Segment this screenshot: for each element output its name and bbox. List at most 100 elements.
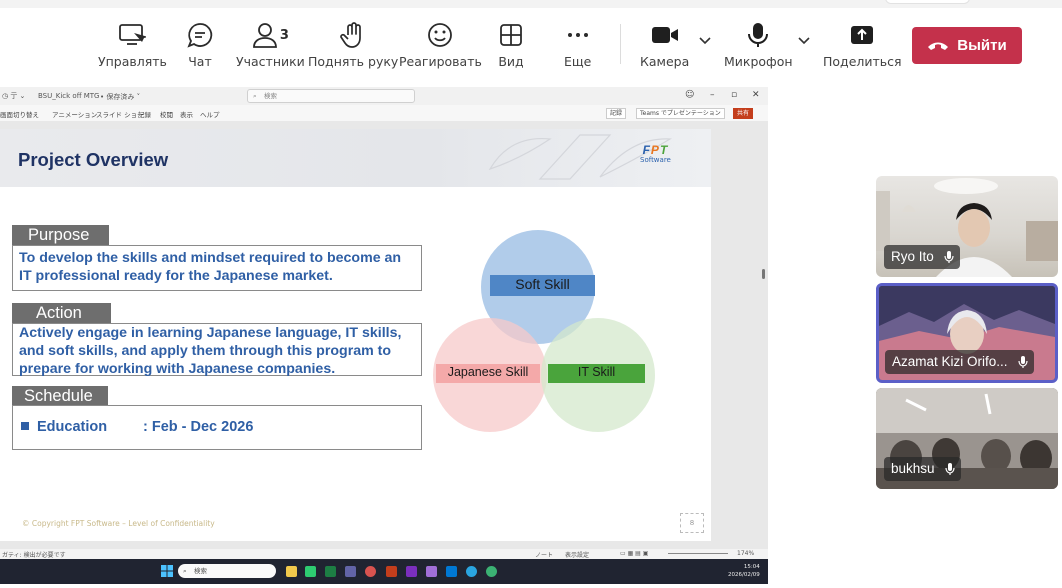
taskbar-search-icon: ⌕ (183, 567, 187, 575)
ppt-ribbon-tabs: 画面切り替え アニメーション スライド ショー 記録 校閲 表示 ヘルプ 記録 … (0, 105, 768, 121)
raise-hand-label: Поднять руку (308, 54, 399, 69)
manage-label: Управлять (98, 54, 167, 69)
slide-title: Project Overview (18, 149, 169, 170)
ppt-teams-present-button[interactable]: Teams でプレゼンテーション (636, 108, 725, 119)
purpose-box: To develop the skills and mindset requir… (12, 245, 422, 291)
raise-hand-button[interactable]: Поднять руку (308, 20, 398, 69)
more-icon (565, 20, 591, 50)
ppt-search-placeholder: 検索 (264, 92, 277, 100)
teams-icon[interactable] (345, 566, 356, 577)
schedule-item: Education (37, 419, 108, 435)
app-purple-icon[interactable] (426, 566, 437, 577)
taskbar-clock[interactable]: 15:04 2026/02/09 (728, 563, 760, 579)
participants-count: 3 (279, 27, 289, 43)
hand-icon (340, 20, 366, 50)
ppt-close-icon[interactable]: ✕ (752, 90, 760, 100)
windows-start-icon[interactable] (161, 565, 173, 577)
ppt-share-button[interactable]: 共有 (733, 108, 754, 119)
shared-screen: ◷ 亍 ⌄ BSU_Kick off MTG • 保存済み ˅ ⌕ 検索 ☺ –… (0, 87, 768, 584)
ppt-search-input[interactable]: ⌕ 検索 (247, 89, 415, 103)
participant-name: bukhsu (884, 457, 961, 481)
hang-up-icon (928, 42, 949, 50)
more-button[interactable]: Еще (564, 20, 591, 69)
ppt-record-button[interactable]: 記録 (606, 108, 627, 119)
camera-button[interactable]: Камера (640, 20, 689, 69)
ppt-account-icon[interactable]: ☺ (685, 90, 694, 100)
mic-icon (944, 251, 954, 263)
logo-subtext: Software (640, 156, 671, 164)
smile-icon (426, 20, 454, 50)
purpose-text: To develop the skills and mindset requir… (19, 250, 402, 284)
schedule-box: Education : Feb - Dec 2026 (12, 405, 422, 450)
ppt-title-bar: ◷ 亍 ⌄ BSU_Kick off MTG • 保存済み ˅ ⌕ 検索 ☺ –… (0, 87, 768, 105)
participant-tile-bukhsu[interactable]: bukhsu (876, 388, 1058, 489)
slide-scrollbar[interactable] (759, 177, 768, 557)
microphone-label: Микрофон (724, 54, 793, 69)
slide-number: 8 (680, 513, 704, 533)
japanese-skill-label: Japanese Skill (447, 365, 529, 379)
chrome-icon[interactable] (365, 566, 376, 577)
grid-icon (498, 20, 524, 50)
chat-button[interactable]: Чат (186, 20, 214, 69)
clock-time: 15:04 (743, 564, 760, 570)
display-settings-button[interactable]: 表示設定 (565, 550, 589, 559)
ppt-search-icon: ⌕ (253, 92, 257, 100)
zoom-slider[interactable] (668, 553, 728, 554)
participants-button[interactable]: 3 Участники (236, 20, 305, 69)
slide-header-band: Project Overview FPT Software (0, 129, 711, 187)
notes-button[interactable]: ノート (535, 550, 553, 559)
skills-venn-diagram (433, 230, 655, 432)
microphone-button[interactable]: Микрофон (724, 20, 793, 69)
action-box: Actively engage in learning Japanese lan… (12, 323, 422, 377)
leave-button[interactable]: Выйти (912, 27, 1022, 64)
zoom-level[interactable]: 174% (737, 550, 754, 557)
app-green-icon[interactable] (305, 566, 316, 577)
slide: Project Overview FPT Software Purpose To… (0, 129, 711, 541)
participant-tile-azamat[interactable]: Azamat Kizi Orifo... (876, 283, 1058, 383)
ppt-tab[interactable]: 校閲 (160, 109, 173, 119)
participant-name: Ryo Ito (884, 245, 960, 269)
manage-button[interactable]: Управлять (98, 20, 167, 69)
participants-icon-wrap: 3 (252, 20, 289, 50)
ppt-tab[interactable]: 表示 (180, 109, 193, 119)
outlook-icon[interactable] (446, 566, 457, 577)
schedule-row: Education : Feb - Dec 2026 (21, 419, 253, 435)
ppt-quick-access-icons[interactable]: ◷ 亍 ⌄ (2, 91, 25, 101)
ppt-tab[interactable]: ヘルプ (200, 109, 220, 119)
ppt-tab[interactable]: 記録 (138, 109, 151, 119)
react-button[interactable]: Реагировать (399, 20, 482, 69)
scrollbar-thumb[interactable] (762, 269, 765, 279)
microphone-icon (746, 20, 770, 50)
mic-icon (1017, 356, 1028, 368)
microphone-options-chevron-icon[interactable] (797, 36, 811, 46)
chat-label: Чат (188, 54, 212, 69)
it-skill-label: IT Skill (577, 365, 616, 379)
chat-icon (186, 20, 214, 50)
action-text: Actively engage in learning Japanese lan… (19, 325, 402, 377)
view-buttons[interactable]: ▭ ▦ ▤ ▣ (620, 550, 648, 557)
bullet-square (21, 422, 29, 430)
schedule-label: Schedule (12, 386, 108, 406)
taskbar-search[interactable]: ⌕ 検索 (178, 564, 276, 578)
camera-options-chevron-icon[interactable] (698, 36, 712, 46)
ppt-tab[interactable]: 画面切り替え (0, 109, 39, 119)
telegram-icon[interactable] (466, 566, 477, 577)
excel-icon[interactable] (325, 566, 336, 577)
ppt-tab[interactable]: アニメーション (52, 109, 97, 119)
share-button[interactable]: Поделиться (823, 20, 902, 69)
people-icon (252, 23, 277, 48)
view-button[interactable]: Вид (498, 20, 524, 69)
ppt-minimize-icon[interactable]: – (710, 90, 715, 100)
react-label: Реагировать (399, 54, 482, 69)
ppt-restore-icon[interactable]: ▫ (731, 90, 737, 100)
powerpoint-icon[interactable] (386, 566, 397, 577)
share-icon (849, 20, 875, 50)
app-teal-icon[interactable] (486, 566, 497, 577)
ppt-tab[interactable]: スライド ショー (96, 109, 144, 119)
file-explorer-icon[interactable] (286, 566, 297, 577)
participant-tile-ryo-ito[interactable]: Ryo Ito (876, 176, 1058, 277)
onenote-icon[interactable] (406, 566, 417, 577)
clock-date: 2026/02/09 (728, 572, 760, 578)
schedule-date: : Feb - Dec 2026 (143, 419, 254, 435)
ppt-file-name: BSU_Kick off MTG (38, 92, 100, 100)
